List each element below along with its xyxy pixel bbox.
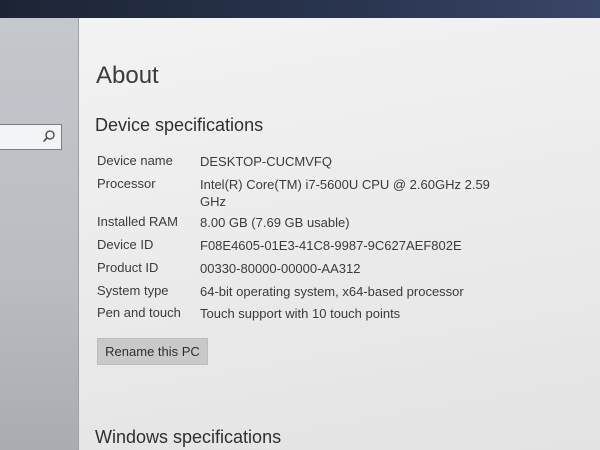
spec-label: Product ID — [97, 260, 159, 275]
rename-this-pc-button[interactable]: Rename this PC — [97, 338, 208, 365]
spec-value: Intel(R) Core(TM) i7-5600U CPU @ 2.60GHz… — [200, 177, 490, 209]
spec-value: 00330-80000-00000-AA312 — [200, 261, 361, 276]
about-content: About Device specifications Device name … — [78, 18, 600, 450]
settings-nav-pane — [0, 18, 78, 450]
settings-search-box[interactable] — [0, 124, 62, 150]
window-top-edge — [0, 0, 600, 18]
search-icon[interactable] — [42, 129, 56, 143]
windows-specifications-heading: Windows specifications — [95, 427, 282, 447]
spec-label: Installed RAM — [97, 214, 178, 229]
spec-label: Pen and touch — [97, 305, 181, 320]
device-specifications-heading: Device specifications — [95, 115, 264, 135]
spec-value: F08E4605-01E3-41C8-9987-9C627AEF802E — [200, 238, 462, 253]
spec-value: Touch support with 10 touch points — [200, 306, 401, 321]
spec-value: 8.00 GB (7.69 GB usable) — [200, 215, 350, 230]
page-title: About — [96, 62, 159, 89]
spec-label: Device name — [97, 153, 173, 168]
spec-value: DESKTOP-CUCMVFQ — [200, 154, 332, 169]
spec-value: 64-bit operating system, x64-based proce… — [200, 284, 464, 299]
spec-label: Device ID — [97, 237, 154, 252]
spec-label: System type — [97, 283, 169, 298]
spec-label: Processor — [97, 176, 156, 191]
